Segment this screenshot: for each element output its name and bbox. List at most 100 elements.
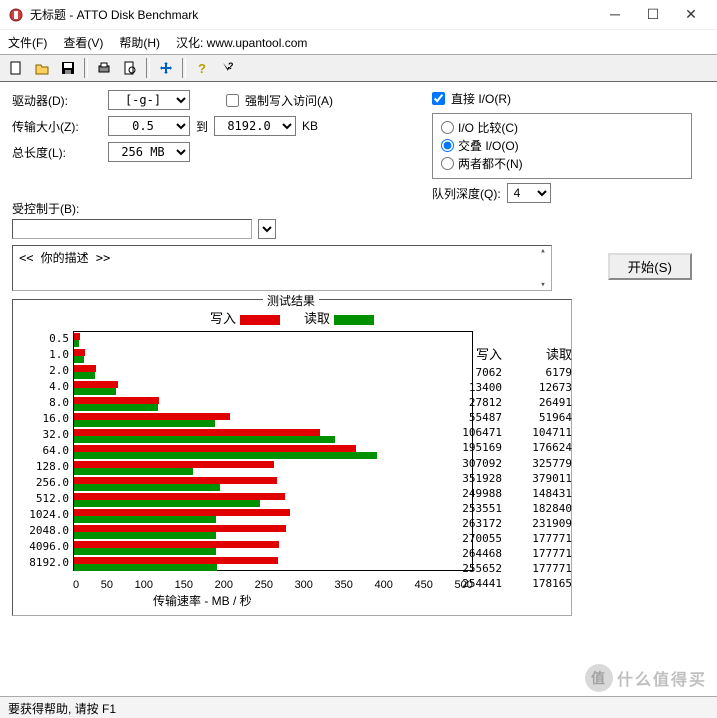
data-row: 264468177771 bbox=[432, 547, 572, 562]
io-mode-group: I/O 比较(C) 交叠 I/O(O) 两者都不(N) bbox=[432, 113, 692, 179]
data-row: 351928379011 bbox=[432, 472, 572, 487]
window-title: 无标题 - ATTO Disk Benchmark bbox=[30, 6, 605, 23]
y-tick: 2048.0 bbox=[23, 524, 69, 537]
neither-label: 两者都不(N) bbox=[458, 155, 523, 172]
bar-read bbox=[74, 388, 116, 395]
xfer-to-select[interactable]: 8192.0 bbox=[214, 116, 296, 136]
y-tick: 8192.0 bbox=[23, 556, 69, 569]
start-button[interactable]: 开始(S) bbox=[608, 253, 692, 280]
svg-text:?: ? bbox=[198, 61, 206, 75]
xfer-label: 传输大小(Z): bbox=[12, 118, 102, 135]
data-row: 307092325779 bbox=[432, 457, 572, 472]
bar-write bbox=[74, 477, 277, 484]
data-row: 253551182840 bbox=[432, 502, 572, 517]
bar-read bbox=[74, 468, 193, 475]
new-icon[interactable] bbox=[4, 57, 28, 79]
x-tick: 400 bbox=[375, 579, 393, 591]
bar-read bbox=[74, 548, 216, 555]
data-row: 270055177771 bbox=[432, 532, 572, 547]
status-bar: 要获得帮助, 请按 F1 bbox=[0, 696, 717, 718]
totlen-select[interactable]: 256 MB bbox=[108, 142, 190, 162]
bar-write bbox=[74, 461, 274, 468]
drive-select[interactable]: [-g-] bbox=[108, 90, 190, 110]
menu-file[interactable]: 文件(F) bbox=[8, 34, 47, 51]
overlap-io-label: 交叠 I/O(O) bbox=[458, 137, 519, 154]
qdepth-label: 队列深度(Q): bbox=[432, 185, 501, 202]
x-tick: 450 bbox=[415, 579, 433, 591]
y-tick: 128.0 bbox=[23, 460, 69, 473]
overlap-io-radio[interactable] bbox=[441, 139, 454, 152]
preview-icon[interactable] bbox=[118, 57, 142, 79]
svg-text:?: ? bbox=[228, 61, 234, 71]
menu-view[interactable]: 查看(V) bbox=[63, 34, 103, 51]
bar-read bbox=[74, 420, 215, 427]
x-tick: 350 bbox=[335, 579, 353, 591]
y-tick: 1.0 bbox=[23, 348, 69, 361]
x-tick: 250 bbox=[255, 579, 273, 591]
menu-help[interactable]: 帮助(H) bbox=[119, 34, 160, 51]
bar-read bbox=[74, 500, 260, 507]
data-row: 263172231909 bbox=[432, 517, 572, 532]
x-axis-label: 传输速率 - MB / 秒 bbox=[153, 592, 252, 609]
neither-radio[interactable] bbox=[441, 157, 454, 170]
qdepth-select[interactable]: 4 bbox=[507, 183, 551, 203]
data-row: 195169176624 bbox=[432, 441, 572, 456]
data-row: 106471104711 bbox=[432, 426, 572, 441]
close-button[interactable]: ✕ bbox=[681, 6, 701, 23]
bar-write bbox=[74, 557, 278, 564]
y-tick: 1024.0 bbox=[23, 508, 69, 521]
io-compare-label: I/O 比较(C) bbox=[458, 119, 518, 136]
context-help-icon[interactable]: ? bbox=[216, 57, 240, 79]
controlled-dropdown[interactable] bbox=[258, 219, 276, 239]
bar-read bbox=[74, 340, 79, 347]
drive-label: 驱动器(D): bbox=[12, 92, 102, 109]
help-icon[interactable]: ? bbox=[190, 57, 214, 79]
bar-read bbox=[74, 532, 216, 539]
print-icon[interactable] bbox=[92, 57, 116, 79]
move-icon[interactable] bbox=[154, 57, 178, 79]
bar-read bbox=[74, 436, 335, 443]
maximize-button[interactable]: ☐ bbox=[643, 6, 663, 23]
data-row: 1340012673 bbox=[432, 381, 572, 396]
bar-write bbox=[74, 365, 96, 372]
bar-write bbox=[74, 397, 159, 404]
data-row: 70626179 bbox=[432, 366, 572, 381]
kb-label: KB bbox=[302, 119, 318, 133]
xfer-from-select[interactable]: 0.5 bbox=[108, 116, 190, 136]
data-row: 5548751964 bbox=[432, 411, 572, 426]
totlen-label: 总长度(L): bbox=[12, 144, 102, 161]
y-tick: 0.5 bbox=[23, 332, 69, 345]
bar-write bbox=[74, 413, 230, 420]
bar-write bbox=[74, 349, 85, 356]
legend-write: 写入 bbox=[210, 308, 280, 327]
data-row: 255652177771 bbox=[432, 562, 572, 577]
force-write-checkbox[interactable] bbox=[226, 94, 239, 107]
y-tick: 32.0 bbox=[23, 428, 69, 441]
io-compare-radio[interactable] bbox=[441, 121, 454, 134]
to-label: 到 bbox=[196, 118, 208, 135]
legend-read: 读取 bbox=[304, 308, 374, 327]
save-icon[interactable] bbox=[56, 57, 80, 79]
open-icon[interactable] bbox=[30, 57, 54, 79]
bar-read bbox=[74, 452, 377, 459]
bar-read bbox=[74, 372, 95, 379]
bar-write bbox=[74, 445, 356, 452]
force-write-label: 强制写入访问(A) bbox=[245, 92, 333, 109]
data-row: 249988148431 bbox=[432, 487, 572, 502]
watermark: 值 什么值得买 bbox=[585, 664, 707, 692]
bar-write bbox=[74, 509, 290, 516]
results-data-table: 写入读取 70626179134001267327812264915548751… bbox=[432, 344, 572, 592]
direct-io-checkbox[interactable] bbox=[432, 92, 445, 105]
x-tick: 50 bbox=[101, 579, 113, 591]
x-tick: 150 bbox=[175, 579, 193, 591]
controlled-input[interactable] bbox=[12, 219, 252, 239]
data-row: 254441178165 bbox=[432, 577, 572, 592]
bar-read bbox=[74, 356, 84, 363]
data-row: 2781226491 bbox=[432, 396, 572, 411]
y-tick: 64.0 bbox=[23, 444, 69, 457]
minimize-button[interactable]: ─ bbox=[605, 6, 625, 23]
bar-read bbox=[74, 484, 220, 491]
bar-write bbox=[74, 541, 279, 548]
results-title: 测试结果 bbox=[263, 292, 319, 309]
menu-hanhua: 汉化: www.upantool.com bbox=[176, 34, 307, 51]
